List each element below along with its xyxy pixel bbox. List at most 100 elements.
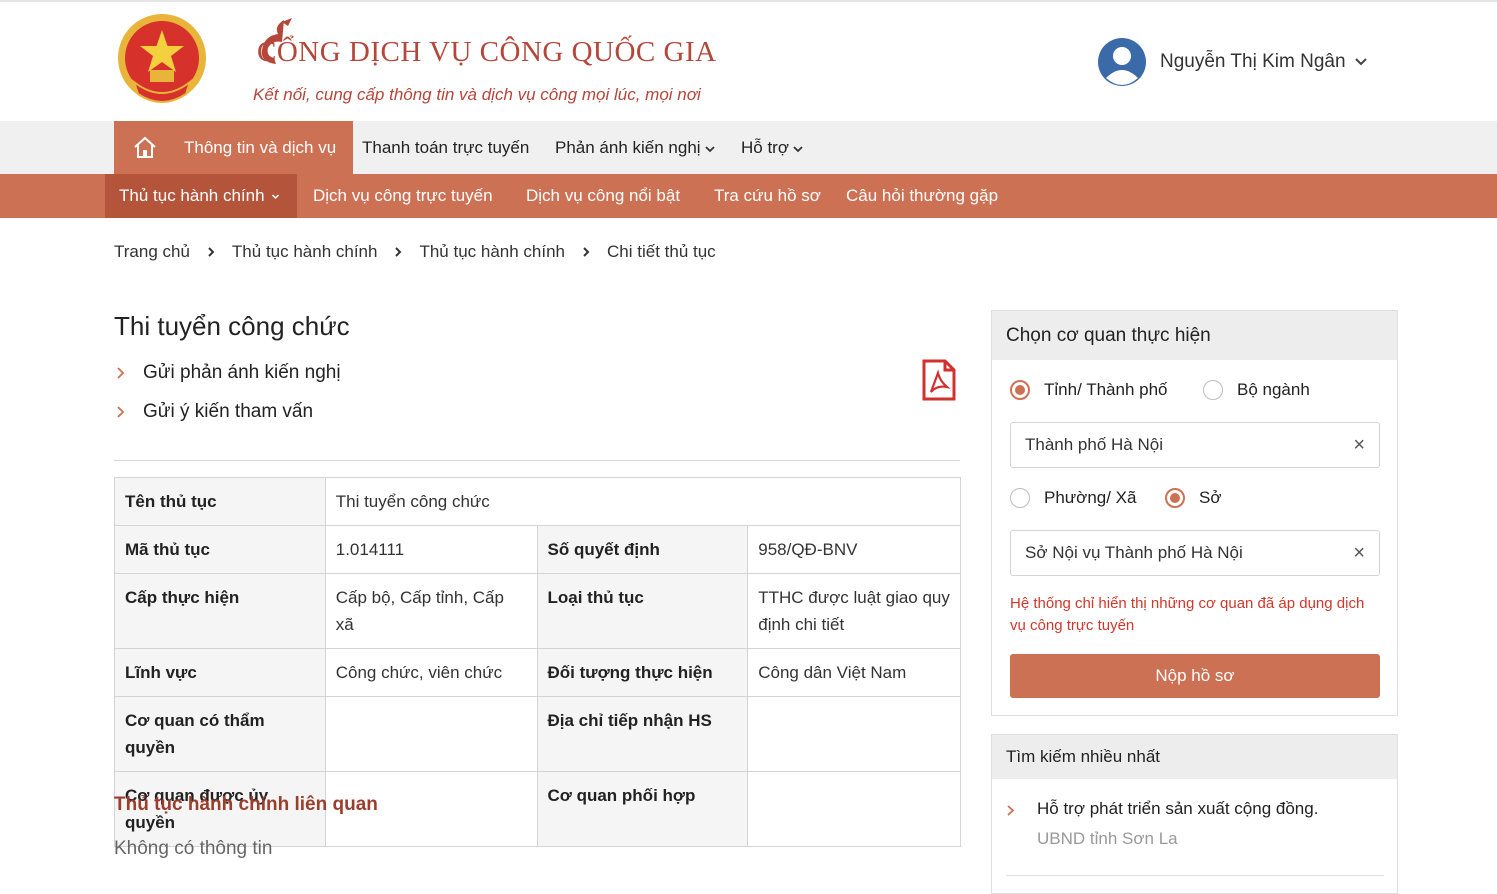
table-value (747, 696, 961, 772)
agency-note: Hệ thống chỉ hiển thị những cơ quan đã á… (1010, 595, 1365, 634)
table-row: Mã thủ tục 1.014111 Số quyết định 958/QĐ… (114, 525, 961, 574)
top-search-panel: Tìm kiếm nhiều nhất Hỗ trợ phát triển sả… (991, 734, 1398, 894)
top-search-header: Tìm kiếm nhiều nhất (992, 735, 1397, 779)
page-title: Thi tuyển công chức (114, 311, 350, 341)
chevron-right-icon (117, 367, 125, 379)
send-consultation-link[interactable]: Gửi ý kiến tham vấn (116, 401, 313, 423)
table-label: Loại thủ tục (536, 573, 749, 649)
table-value: 1.014111 (324, 525, 538, 574)
divider (1006, 875, 1384, 876)
top-search-title: Tìm kiếm nhiều nhất (1006, 747, 1161, 766)
table-row: Cơ quan có thẩm quyền Địa chỉ tiếp nhận … (114, 696, 961, 772)
radio-ward[interactable]: Phường/ Xã (1010, 488, 1136, 508)
table-label: Tên thủ tục (114, 477, 326, 526)
table-value: Thi tuyển công chức (324, 477, 962, 526)
brand-title[interactable]: CỔNG DỊCH VỤ CÔNG QUỐC GIA (257, 36, 717, 69)
sub-nav-item-featured-services[interactable]: Dịch vụ công nổi bật (526, 174, 680, 218)
nav-item-support[interactable]: Hỗ trợ (741, 121, 804, 174)
send-feedback-label[interactable]: Gửi phản ánh kiến nghị (143, 362, 341, 384)
chevron-right-icon (583, 247, 590, 257)
breadcrumb-item[interactable]: Thủ tục hành chính (419, 242, 565, 262)
radio-ministry[interactable]: Bộ ngành (1203, 380, 1310, 400)
nav-item-support-label[interactable]: Hỗ trợ (741, 138, 789, 157)
table-label: Cơ quan có thẩm quyền (114, 696, 326, 772)
table-value: Công chức, viên chức (324, 648, 538, 697)
department-select-value[interactable]: Sở Nội vụ Thành phố Hà Nội (1025, 531, 1243, 575)
national-emblem-icon[interactable] (114, 12, 210, 110)
radio-ministry-label[interactable]: Bộ ngành (1237, 380, 1310, 400)
breadcrumb-current: Chi tiết thủ tục (607, 242, 716, 261)
main-nav: Thông tin và dịch vụ Thanh toán trực tuy… (0, 121, 1497, 174)
table-value: Cấp bộ, Cấp tỉnh, Cấp xã (324, 573, 538, 649)
breadcrumb-item[interactable]: Thủ tục hành chính (232, 242, 378, 262)
table-label: Cấp thực hiện (114, 573, 326, 649)
nav-item-feedback[interactable]: Phản ánh kiến nghị (555, 121, 716, 174)
table-value (324, 696, 538, 772)
chevron-right-icon (208, 247, 215, 257)
radio-unchecked-icon[interactable] (1203, 380, 1223, 400)
table-label: Đối tượng thực hiện (536, 648, 749, 697)
table-row: Lĩnh vực Công chức, viên chức Đối tượng … (114, 648, 961, 697)
table-label: Lĩnh vực (114, 648, 326, 697)
avatar-icon[interactable] (1098, 38, 1146, 86)
province-select[interactable]: Thành phố Hà Nội × (1010, 422, 1380, 468)
procedure-info-table: Tên thủ tục Thi tuyển công chức Mã thủ t… (114, 477, 962, 847)
agency-panel-header: Chọn cơ quan thực hiện (992, 311, 1397, 360)
table-value: 958/QĐ-BNV (747, 525, 961, 574)
agency-panel-title: Chọn cơ quan thực hiện (1006, 325, 1211, 346)
nav-item-info-services[interactable]: Thông tin và dịch vụ (184, 121, 336, 174)
department-select[interactable]: Sở Nội vụ Thành phố Hà Nội × (1010, 530, 1380, 576)
table-label: Địa chỉ tiếp nhận HS (536, 696, 749, 772)
chevron-right-icon (117, 406, 125, 418)
radio-unchecked-icon[interactable] (1010, 488, 1030, 508)
related-procedures-title: Thủ tục hành chính liên quan (114, 794, 378, 815)
sub-nav-item-faq[interactable]: Câu hỏi thường gặp (846, 174, 998, 218)
sub-nav-item-online-services[interactable]: Dịch vụ công trực tuyến (313, 174, 493, 218)
table-value: TTHC được luật giao quy định chi tiết (747, 573, 961, 649)
province-select-value[interactable]: Thành phố Hà Nội (1025, 423, 1163, 467)
radio-checked-icon[interactable] (1010, 380, 1030, 400)
table-label: Cơ quan phối hợp (536, 771, 749, 847)
related-procedures-empty: Không có thông tin (114, 838, 273, 859)
radio-department[interactable]: Sở (1165, 488, 1222, 508)
send-consultation-label[interactable]: Gửi ý kiến tham vấn (143, 401, 313, 423)
user-name[interactable]: Nguyễn Thị Kim Ngân (1160, 51, 1346, 73)
table-label: Mã thủ tục (114, 525, 326, 574)
sub-nav: Thủ tục hành chính Dịch vụ công trực tuy… (0, 174, 1497, 218)
user-menu[interactable]: Nguyễn Thị Kim Ngân (1098, 38, 1368, 86)
brand-tagline: Kết nối, cung cấp thông tin và dịch vụ c… (253, 85, 701, 104)
list-item-agency: UBND tỉnh Sơn La (1037, 829, 1178, 848)
pdf-icon[interactable] (921, 359, 957, 401)
radio-province-label[interactable]: Tỉnh/ Thành phố (1044, 380, 1168, 400)
nav-item-feedback-label[interactable]: Phản ánh kiến nghị (555, 138, 701, 157)
send-feedback-link[interactable]: Gửi phản ánh kiến nghị (116, 362, 341, 384)
breadcrumb: Trang chủ Thủ tục hành chính Thủ tục hàn… (114, 242, 716, 262)
home-icon[interactable] (132, 135, 158, 159)
radio-ward-label[interactable]: Phường/ Xã (1044, 488, 1136, 508)
list-item-title[interactable]: Hỗ trợ phát triển sản xuất cộng đồng. (1037, 799, 1318, 819)
site-header: CỔNG DỊCH VỤ CÔNG QUỐC GIA Kết nối, cung… (0, 0, 1497, 121)
sub-nav-item-label[interactable]: Thủ tục hành chính (119, 186, 265, 205)
clear-icon[interactable]: × (1353, 531, 1365, 575)
table-row: Tên thủ tục Thi tuyển công chức (114, 477, 962, 526)
radio-department-label[interactable]: Sở (1199, 488, 1222, 508)
nav-item-online-payment[interactable]: Thanh toán trực tuyến (362, 121, 529, 174)
chevron-down-icon (704, 145, 715, 152)
radio-checked-icon[interactable] (1165, 488, 1185, 508)
sub-nav-item-administrative-procedures[interactable]: Thủ tục hành chính (119, 174, 280, 218)
nav-active-item[interactable]: Thông tin và dịch vụ (114, 121, 353, 174)
table-value: Công dân Việt Nam (747, 648, 961, 697)
agency-panel: Chọn cơ quan thực hiện Tỉnh/ Thành phố B… (991, 310, 1398, 716)
submit-application-button[interactable]: Nộp hồ sơ (1010, 654, 1380, 698)
table-row: Cấp thực hiện Cấp bộ, Cấp tỉnh, Cấp xã L… (114, 573, 961, 649)
sub-nav-item-lookup[interactable]: Tra cứu hồ sơ (714, 174, 821, 218)
chevron-down-icon (793, 145, 803, 152)
breadcrumb-home[interactable]: Trang chủ (114, 242, 190, 262)
chevron-down-icon[interactable] (1354, 55, 1368, 69)
chevron-right-icon (395, 247, 402, 257)
chevron-right-icon (1007, 805, 1015, 816)
clear-icon[interactable]: × (1353, 423, 1365, 467)
table-label: Số quyết định (536, 525, 749, 574)
radio-province[interactable]: Tỉnh/ Thành phố (1010, 380, 1168, 400)
chevron-down-icon (271, 194, 279, 200)
